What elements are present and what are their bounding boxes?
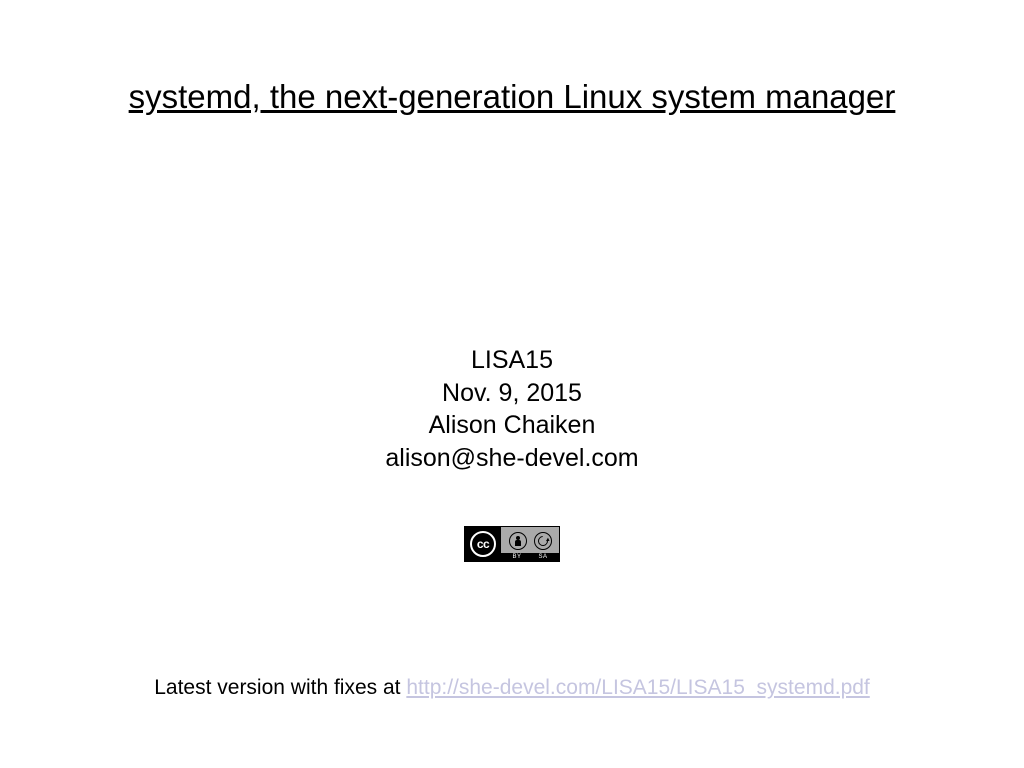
footer-prefix: Latest version with fixes at [154,676,406,699]
by-icon [509,532,527,550]
sa-label: SA [538,554,547,560]
by-sa-labels: BY SA [501,553,559,561]
slide: systemd, the next-generation Linux syste… [0,0,1024,768]
meta-block: LISA15 Nov. 9, 2015 Alison Chaiken aliso… [385,344,638,474]
slide-title: systemd, the next-generation Linux syste… [129,78,896,116]
author-name: Alison Chaiken [385,409,638,442]
by-label: BY [512,554,521,560]
conference-name: LISA15 [385,344,638,377]
by-sa-cell: BY SA [501,527,559,561]
cc-logo-icon: cc [470,531,496,557]
presentation-date: Nov. 9, 2015 [385,377,638,410]
cc-logo-cell: cc [465,527,501,561]
by-sa-icons [501,527,559,553]
footer-link[interactable]: http://she-devel.com/LISA15/LISA15_syste… [406,676,869,699]
footer: Latest version with fixes at http://she-… [0,676,1024,700]
author-email: alison@she-devel.com [385,442,638,475]
sa-icon [534,532,552,550]
cc-by-sa-license-badge: cc BY SA [464,526,560,562]
